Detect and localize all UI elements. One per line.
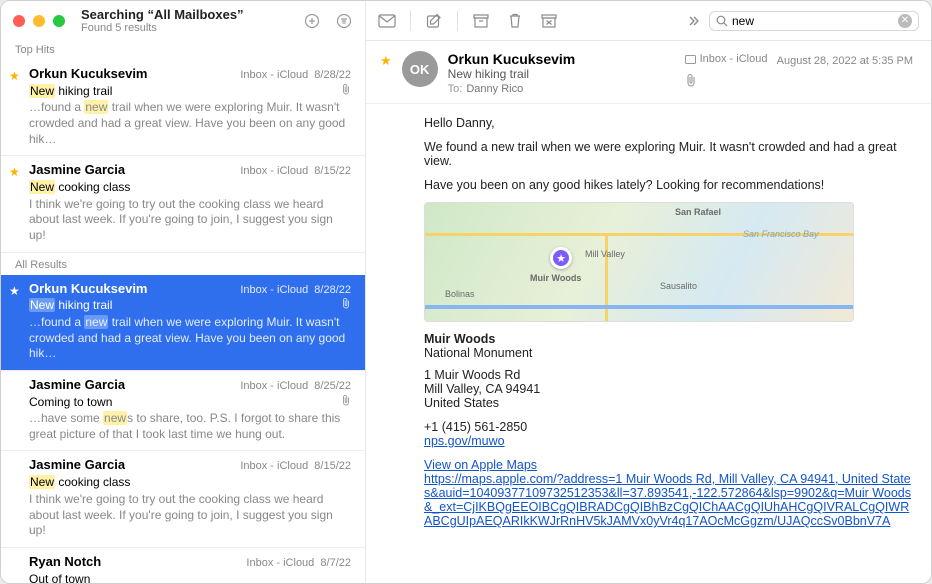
header-date: August 28, 2022 at 5:35 PM: [777, 55, 913, 67]
item-meta: Inbox - iCloud 8/7/22: [246, 556, 351, 570]
trash-icon[interactable]: [506, 12, 524, 30]
all-results-list: ★Orkun KucuksevimInbox - iCloud 8/28/22N…: [1, 275, 365, 583]
mail-icon[interactable]: [378, 12, 396, 30]
maps-url-link[interactable]: https://maps.apple.com/?address=1 Muir W…: [424, 472, 911, 528]
item-preview: I think we're going to try out the cooki…: [29, 197, 351, 244]
item-meta: Inbox - iCloud 8/15/22: [240, 164, 351, 178]
result-count: Found 5 results: [81, 22, 295, 34]
location-phone: +1 (415) 561-2850: [424, 420, 911, 434]
item-subject: New hiking trail: [29, 298, 341, 314]
location-title: Muir Woods: [424, 332, 911, 346]
item-preview: …found a new trail when we were explorin…: [29, 315, 351, 362]
filter-icon[interactable]: [335, 12, 353, 30]
mail-window: Searching “All Mailboxes” Found 5 result…: [0, 0, 932, 584]
attachment-icon: [341, 297, 351, 309]
location-address: United States: [424, 396, 911, 410]
item-meta: Inbox - iCloud 8/28/22: [240, 68, 351, 82]
archive-icon[interactable]: [472, 12, 490, 30]
location-subtitle: National Monument: [424, 346, 911, 360]
item-preview: I think we're going to try out the cooki…: [29, 492, 351, 539]
body-line: Hello Danny,: [424, 116, 911, 130]
overflow-icon[interactable]: [685, 12, 703, 30]
map-attachment[interactable]: San Rafael Mill Valley Muir Woods Sausal…: [424, 202, 854, 322]
star-icon[interactable]: ★: [9, 165, 20, 181]
message-list-item[interactable]: ★ Orkun KucuksevimInbox - iCloud 8/28/22N…: [1, 275, 365, 371]
message-list-item[interactable]: Ryan NotchInbox - iCloud 8/7/22 Out of to…: [1, 548, 365, 583]
search-input[interactable]: [732, 14, 894, 28]
location-website-link[interactable]: nps.gov/muwo: [424, 434, 505, 448]
titlebar: Searching “All Mailboxes” Found 5 result…: [1, 1, 365, 38]
message-body: Hello Danny, We found a new trail when w…: [366, 104, 931, 583]
item-sender: Ryan Notch: [29, 554, 246, 571]
attachment-icon: [341, 394, 351, 406]
location-address: Mill Valley, CA 94941: [424, 382, 911, 396]
header-to: To:Danny Rico: [448, 83, 675, 95]
junk-icon[interactable]: [540, 12, 558, 30]
item-subject: New hiking trail: [29, 84, 341, 100]
view-on-maps-link[interactable]: View on Apple Maps: [424, 458, 537, 472]
sender-avatar: OK: [402, 51, 438, 87]
header-subject: New hiking trail: [448, 67, 675, 81]
item-preview: …found a new trail when we were explorin…: [29, 100, 351, 147]
add-icon[interactable]: [303, 12, 321, 30]
item-sender: Jasmine Garcia: [29, 377, 240, 394]
minimize-window-button[interactable]: [33, 15, 45, 27]
star-icon[interactable]: ★: [9, 284, 20, 300]
mailbox-tag[interactable]: Inbox - iCloud: [685, 51, 768, 68]
message-list-item[interactable]: ★ Jasmine GarciaInbox - iCloud 8/15/22 New…: [1, 156, 365, 252]
item-subject: Out of town: [29, 572, 351, 583]
close-window-button[interactable]: [13, 15, 25, 27]
search-icon: [716, 15, 728, 27]
attachment-icon: [341, 83, 351, 95]
traffic-lights: [13, 15, 73, 27]
item-subject: New cooking class: [29, 180, 351, 196]
map-pin-icon: ★: [550, 247, 572, 269]
clear-search-button[interactable]: ✕: [898, 14, 912, 28]
item-meta: Inbox - iCloud 8/28/22: [240, 283, 351, 297]
compose-icon[interactable]: [425, 12, 443, 30]
item-sender: Jasmine Garcia: [29, 162, 240, 179]
zoom-window-button[interactable]: [53, 15, 65, 27]
top-hits-list: ★ Orkun KucuksevimInbox - iCloud 8/28/22 N…: [1, 60, 365, 253]
body-line: Have you been on any good hikes lately? …: [424, 178, 911, 192]
message-pane: ✕ ★ OK Orkun Kucuksevim New hiking trail…: [366, 1, 931, 583]
message-list-item[interactable]: ★ Orkun KucuksevimInbox - iCloud 8/28/22 N…: [1, 60, 365, 156]
window-title: Searching “All Mailboxes”: [81, 7, 295, 22]
item-meta: Inbox - iCloud 8/15/22: [240, 459, 351, 473]
star-icon[interactable]: ★: [9, 69, 20, 85]
item-sender: Orkun Kucuksevim: [29, 281, 240, 298]
section-all-results: All Results: [1, 253, 365, 275]
toolbar: ✕: [366, 1, 931, 41]
star-icon[interactable]: ★: [380, 51, 392, 95]
message-list-item[interactable]: Jasmine GarciaInbox - iCloud 8/25/22 Comi…: [1, 371, 365, 452]
message-list-item[interactable]: Jasmine GarciaInbox - iCloud 8/15/22 New …: [1, 451, 365, 547]
attachment-icon[interactable]: [685, 73, 913, 87]
location-address: 1 Muir Woods Rd: [424, 368, 911, 382]
item-preview: …have some news to share, too. P.S. I fo…: [29, 411, 351, 442]
section-top-hits: Top Hits: [1, 38, 365, 60]
message-header: ★ OK Orkun Kucuksevim New hiking trail T…: [366, 41, 931, 104]
item-meta: Inbox - iCloud 8/25/22: [240, 379, 351, 393]
item-sender: Orkun Kucuksevim: [29, 66, 240, 83]
item-subject: Coming to town: [29, 395, 341, 411]
body-line: We found a new trail when we were explor…: [424, 140, 911, 168]
message-list-pane: Searching “All Mailboxes” Found 5 result…: [1, 1, 366, 583]
item-subject: New cooking class: [29, 475, 351, 491]
item-sender: Jasmine Garcia: [29, 457, 240, 474]
header-sender: Orkun Kucuksevim: [448, 51, 675, 67]
search-field[interactable]: ✕: [709, 11, 919, 31]
